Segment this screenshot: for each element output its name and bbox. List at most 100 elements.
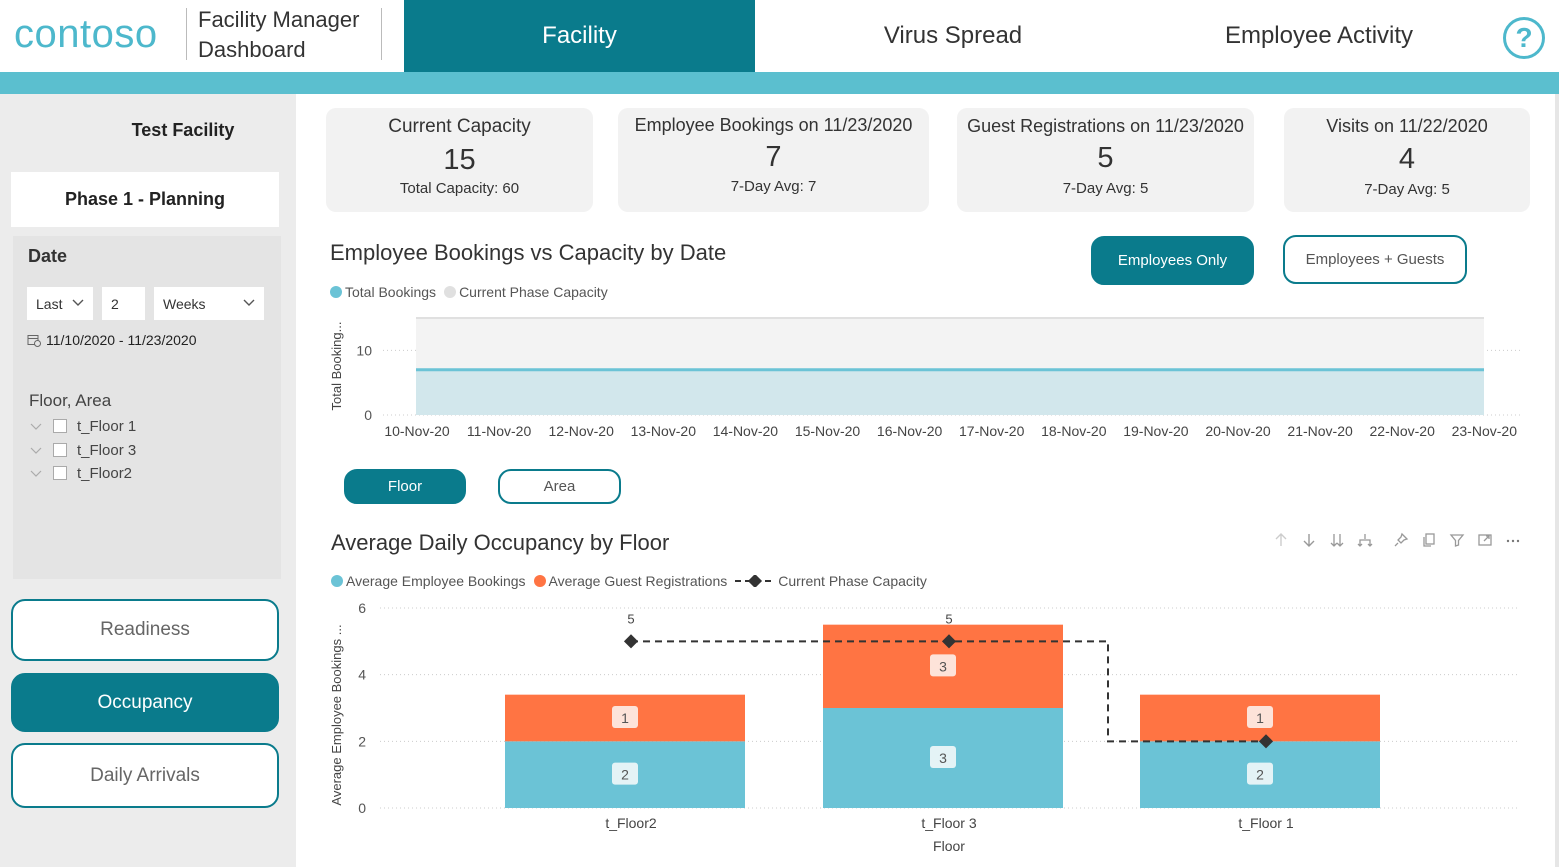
- unit-dropdown[interactable]: Weeks: [154, 287, 264, 320]
- tree-item[interactable]: t_Floor2: [29, 463, 132, 483]
- occupancy-button[interactable]: Occupancy: [11, 673, 279, 732]
- data-label: 2: [1256, 767, 1264, 783]
- bar-employee-bookings: [1140, 741, 1380, 808]
- x-tick-label: 11-Nov-20: [467, 423, 532, 439]
- kpi-employee-bookings: Employee Bookings on 11/23/2020 7 7-Day …: [618, 108, 929, 212]
- legend-item[interactable]: Current Phase Capacity: [735, 573, 927, 589]
- legend-marker: [444, 286, 457, 298]
- focus-mode-icon[interactable]: [1475, 530, 1495, 550]
- calendar-icon: [27, 335, 41, 347]
- kpi-title: Current Capacity: [388, 116, 531, 137]
- x-tick-label: 15-Nov-20: [795, 423, 861, 439]
- y-tick-label: 10: [356, 342, 372, 358]
- checkbox[interactable]: [53, 443, 67, 457]
- y-tick-label: 2: [358, 733, 366, 749]
- y-tick-label: 4: [358, 667, 366, 683]
- tree-item[interactable]: t_Floor 1: [29, 416, 136, 436]
- tab-virus-spread[interactable]: Virus Spread: [800, 0, 1106, 72]
- sidebar: Test Facility Phase 1 - Planning Date La…: [0, 94, 296, 867]
- checkbox[interactable]: [53, 466, 67, 480]
- floor-area-slicer: Floor, Area t_Floor 1 t_Floor 3 t_Floor2: [13, 379, 281, 579]
- filter-icon[interactable]: [1447, 530, 1467, 550]
- legend-marker: [533, 575, 546, 587]
- legend-marker: [735, 575, 776, 587]
- pin-icon[interactable]: [1391, 530, 1411, 550]
- date-range-text: 11/10/2020 - 11/23/2020: [46, 332, 197, 348]
- x-tick-label: 18-Nov-20: [1041, 423, 1107, 439]
- question-mark-icon[interactable]: ?: [1503, 17, 1545, 59]
- kpi-visits: Visits on 11/22/2020 4 7-Day Avg: 5: [1284, 108, 1530, 212]
- expand-all-icon[interactable]: [1327, 530, 1347, 550]
- y-axis-label: Total Booking...: [329, 322, 344, 411]
- relative-value: Last: [36, 295, 63, 312]
- bar-guest-registrations: [505, 694, 745, 742]
- relative-dropdown[interactable]: Last: [27, 287, 93, 320]
- tab-facility[interactable]: Facility: [404, 0, 755, 72]
- legend-label: Current Phase Capacity: [459, 284, 608, 300]
- area-toggle[interactable]: Area: [498, 469, 621, 504]
- data-label: 1: [621, 710, 629, 726]
- chevron-down-icon[interactable]: [29, 443, 43, 457]
- y-axis-label: Average Employee Bookings ...: [329, 624, 344, 805]
- header-divider: [186, 8, 187, 60]
- x-tick-label: 16-Nov-20: [877, 423, 943, 439]
- legend-item[interactable]: Average Guest Registrations: [533, 573, 727, 589]
- floor-toggle[interactable]: Floor: [344, 469, 466, 504]
- dashboard-root: contoso Facility Manager Dashboard Facil…: [0, 0, 1559, 867]
- kpi-title: Employee Bookings on 11/23/2020: [634, 115, 913, 135]
- capacity-marker: [623, 634, 639, 649]
- capacity-label: 5: [945, 611, 952, 626]
- checkbox[interactable]: [53, 419, 67, 433]
- app-title: Facility Manager Dashboard: [198, 7, 360, 62]
- tree-item[interactable]: t_Floor 3: [29, 440, 136, 460]
- date-label: Date: [28, 246, 68, 266]
- legend-item[interactable]: Average Employee Bookings: [331, 573, 526, 589]
- bookings-area: [416, 369, 1484, 415]
- data-label-bg: [612, 762, 638, 785]
- y-tick-label: 0: [364, 407, 372, 423]
- date-slicer: Date Last 2 Weeks 11/10/2020 - 11/23/202…: [13, 236, 281, 379]
- tab-employee-activity[interactable]: Employee Activity: [1160, 0, 1478, 72]
- bar-guest-registrations: [1140, 694, 1380, 742]
- x-tick-label: 23-Nov-20: [1452, 423, 1518, 439]
- legend-label: Current Phase Capacity: [778, 573, 927, 589]
- legend-marker: [330, 286, 342, 298]
- sort-descending-icon[interactable]: [1299, 530, 1319, 550]
- kpi-subtitle: 7-Day Avg: 7: [730, 178, 817, 195]
- bar-employee-bookings: [505, 741, 745, 808]
- x-tick-label: t_Floor 3: [921, 815, 976, 831]
- kpi-current-capacity: Current Capacity 15 Total Capacity: 60: [326, 108, 593, 212]
- chevron-down-icon[interactable]: [29, 419, 43, 433]
- chevron-down-icon: [72, 299, 84, 306]
- legend-label: Total Bookings: [345, 284, 437, 300]
- visual-toolbar: [1271, 530, 1523, 550]
- kpi-value: 4: [1398, 143, 1416, 175]
- count-input[interactable]: 2: [102, 287, 145, 320]
- employees-guests-toggle[interactable]: Employees + Guests: [1283, 235, 1467, 284]
- x-tick-label: 21-Nov-20: [1287, 423, 1353, 439]
- top-header: contoso Facility Manager Dashboard Facil…: [0, 0, 1559, 72]
- kpi-subtitle: 7-Day Avg: 5: [1062, 180, 1149, 197]
- sort-ascending-icon[interactable]: [1271, 530, 1291, 550]
- copy-icon[interactable]: [1419, 530, 1439, 550]
- kpi-value: 15: [443, 144, 476, 176]
- chart-legend: Total Bookings Current Phase Capacity: [330, 284, 616, 300]
- daily-arrivals-button[interactable]: Daily Arrivals: [11, 743, 279, 808]
- capacity-step-line: [631, 640, 1266, 743]
- data-label-bg: [1247, 706, 1273, 728]
- x-tick-label: t_Floor 1: [1238, 815, 1293, 831]
- more-options-icon[interactable]: [1503, 530, 1523, 550]
- chevron-down-icon[interactable]: [29, 466, 43, 480]
- accent-bar: [0, 72, 1559, 94]
- employees-only-toggle[interactable]: Employees Only: [1091, 236, 1254, 285]
- legend-item[interactable]: Total Bookings: [330, 284, 436, 300]
- kpi-value: 7: [765, 141, 782, 173]
- capacity-area: [416, 318, 1484, 415]
- legend-item[interactable]: Current Phase Capacity: [444, 284, 608, 300]
- kpi-subtitle: 7-Day Avg: 5: [1364, 181, 1450, 198]
- data-label-bg: [612, 706, 638, 728]
- capacity-label: 5: [627, 611, 634, 626]
- readiness-button[interactable]: Readiness: [11, 599, 279, 661]
- capacity-marker: [1258, 734, 1274, 749]
- drill-hierarchy-icon[interactable]: [1355, 530, 1375, 550]
